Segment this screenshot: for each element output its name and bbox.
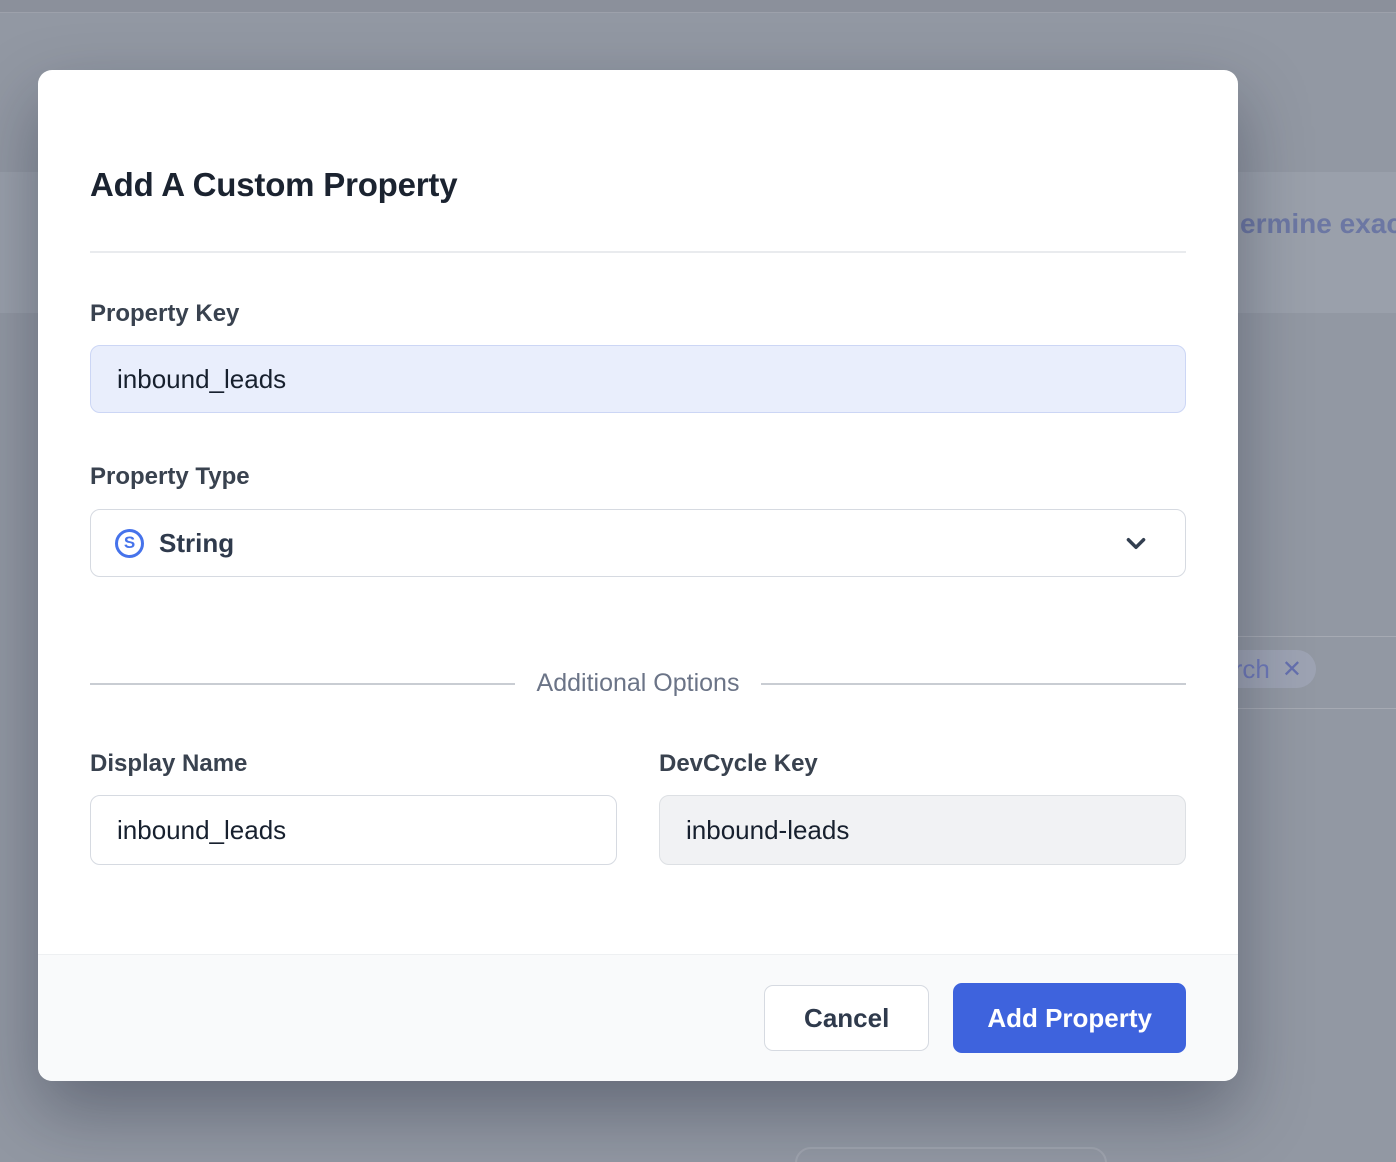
display-name-input[interactable] [90, 795, 617, 865]
devcycle-key-field: DevCycle Key [659, 751, 1186, 865]
close-icon: ✕ [1282, 655, 1302, 684]
additional-options-label: Additional Options [537, 669, 740, 698]
dialog-body: Add A Custom Property Property Key Prope… [38, 70, 1238, 865]
divider-line-right [761, 683, 1186, 685]
title-divider [90, 251, 1186, 253]
devcycle-key-input [659, 795, 1186, 865]
property-type-label: Property Type [90, 464, 1186, 490]
cancel-button[interactable]: Cancel [764, 985, 929, 1051]
additional-options-fields: Display Name DevCycle Key [90, 751, 1186, 865]
property-type-select[interactable]: S String [90, 509, 1186, 577]
dialog-footer: Cancel Add Property [38, 954, 1238, 1081]
string-type-icon: S [115, 529, 144, 558]
property-key-label: Property Key [90, 301, 1186, 327]
property-type-value: String [159, 528, 1123, 559]
add-property-button[interactable]: Add Property [953, 983, 1186, 1053]
background-card-outline [795, 1147, 1107, 1162]
dialog-title: Add A Custom Property [90, 70, 1186, 205]
divider-line-left [90, 683, 515, 685]
devcycle-key-label: DevCycle Key [659, 751, 1186, 777]
background-top-bar [0, 0, 1396, 13]
add-custom-property-dialog: Add A Custom Property Property Key Prope… [38, 70, 1238, 1081]
screen: ermine exact arch ✕ Add A Custom Propert… [0, 0, 1396, 1162]
display-name-field: Display Name [90, 751, 617, 865]
property-key-input[interactable] [90, 345, 1186, 413]
chevron-down-icon [1123, 530, 1149, 556]
background-banner-text: ermine exact [1240, 208, 1396, 240]
display-name-label: Display Name [90, 751, 617, 777]
additional-options-divider: Additional Options [90, 669, 1186, 698]
